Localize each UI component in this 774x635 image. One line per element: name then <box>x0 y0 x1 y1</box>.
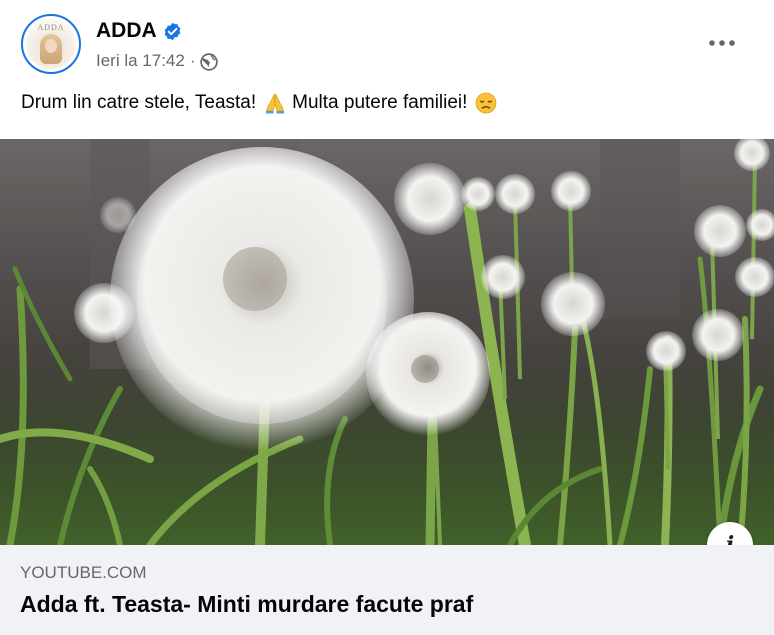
caption-text-1: Drum lin catre stele, Teasta! <box>21 92 257 113</box>
post-timestamp[interactable]: Ieri la 17:42 <box>96 51 185 71</box>
verified-badge-icon <box>163 22 182 41</box>
dandelion-photo <box>0 139 774 545</box>
link-preview-footer[interactable]: YOUTUBE.COM Adda ft. Teasta- Minti murda… <box>0 545 774 635</box>
author-row: ADDA <box>96 18 182 44</box>
globe-icon[interactable] <box>199 53 218 71</box>
folded-hands-emoji-icon <box>264 92 286 114</box>
more-options-icon <box>709 40 735 46</box>
meta-separator: · <box>189 51 196 70</box>
link-title[interactable]: Adda ft. Teasta- Minti murdare facute pr… <box>20 591 473 618</box>
avatar-face <box>45 39 57 53</box>
disappointed-face-emoji-icon <box>475 92 497 114</box>
link-preview-image[interactable] <box>0 139 774 545</box>
avatar-logo-text: ADDA <box>37 23 65 32</box>
facebook-post: ADDA ADDA Ieri la 17:42 · Drum lin catre… <box>0 0 774 635</box>
author-name[interactable]: ADDA <box>96 19 157 43</box>
post-meta: Ieri la 17:42 · <box>96 50 218 72</box>
avatar-image: ADDA <box>26 19 76 69</box>
link-domain: YOUTUBE.COM <box>20 563 147 582</box>
more-options-button[interactable] <box>700 27 744 59</box>
caption-text-2: Multa putere familiei! <box>292 92 468 113</box>
author-avatar[interactable]: ADDA <box>21 14 81 74</box>
post-caption: Drum lin catre stele, Teasta! Multa pute… <box>21 92 503 114</box>
